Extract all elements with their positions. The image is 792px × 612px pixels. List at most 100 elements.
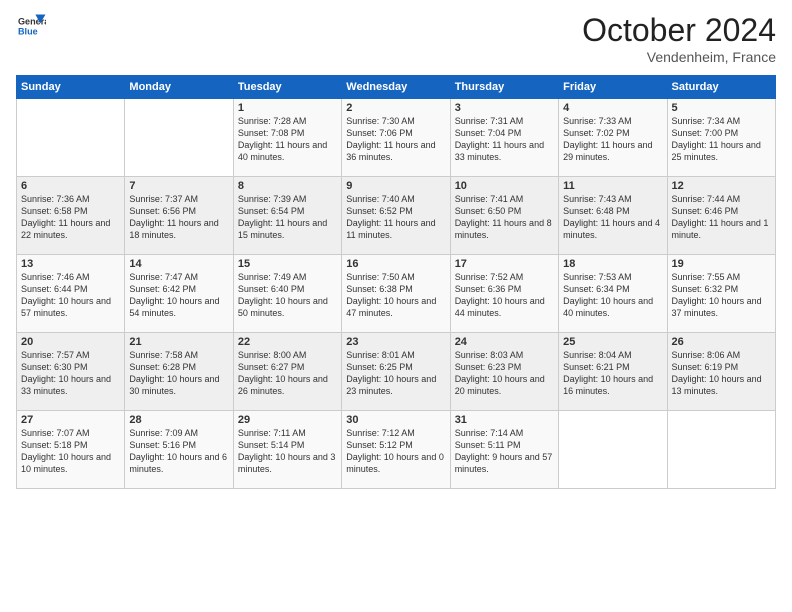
day-info: Sunrise: 7:31 AM Sunset: 7:04 PM Dayligh… (455, 115, 554, 164)
sunset-text: Sunset: 6:58 PM (21, 206, 88, 216)
day-info: Sunrise: 8:04 AM Sunset: 6:21 PM Dayligh… (563, 349, 662, 398)
calendar-cell: 5 Sunrise: 7:34 AM Sunset: 7:00 PM Dayli… (667, 99, 775, 177)
sunset-text: Sunset: 6:50 PM (455, 206, 522, 216)
sunrise-text: Sunrise: 7:28 AM (238, 116, 307, 126)
sunset-text: Sunset: 6:38 PM (346, 284, 413, 294)
daylight-text: Daylight: 11 hours and 18 minutes. (129, 218, 218, 240)
calendar-cell: 11 Sunrise: 7:43 AM Sunset: 6:48 PM Dayl… (559, 177, 667, 255)
daylight-text: Daylight: 10 hours and 20 minutes. (455, 374, 545, 396)
calendar-cell: 21 Sunrise: 7:58 AM Sunset: 6:28 PM Dayl… (125, 333, 233, 411)
sunset-text: Sunset: 6:34 PM (563, 284, 630, 294)
calendar-cell (559, 411, 667, 489)
calendar-table: SundayMondayTuesdayWednesdayThursdayFrid… (16, 75, 776, 489)
title-block: October 2024 Vendenheim, France (582, 12, 776, 65)
day-number: 9 (346, 180, 445, 192)
sunrise-text: Sunrise: 7:57 AM (21, 350, 90, 360)
day-number: 29 (238, 414, 337, 426)
daylight-text: Daylight: 10 hours and 44 minutes. (455, 296, 545, 318)
calendar-cell: 1 Sunrise: 7:28 AM Sunset: 7:08 PM Dayli… (233, 99, 341, 177)
daylight-text: Daylight: 11 hours and 22 minutes. (21, 218, 110, 240)
day-info: Sunrise: 8:01 AM Sunset: 6:25 PM Dayligh… (346, 349, 445, 398)
day-number: 6 (21, 180, 120, 192)
sunrise-text: Sunrise: 7:53 AM (563, 272, 632, 282)
day-number: 1 (238, 102, 337, 114)
sunrise-text: Sunrise: 7:37 AM (129, 194, 198, 204)
sunrise-text: Sunrise: 7:14 AM (455, 428, 524, 438)
day-number: 17 (455, 258, 554, 270)
daylight-text: Daylight: 10 hours and 10 minutes. (21, 452, 111, 474)
daylight-text: Daylight: 11 hours and 33 minutes. (455, 140, 544, 162)
daylight-text: Daylight: 10 hours and 3 minutes. (238, 452, 336, 474)
calendar-cell: 7 Sunrise: 7:37 AM Sunset: 6:56 PM Dayli… (125, 177, 233, 255)
daylight-text: Daylight: 10 hours and 37 minutes. (672, 296, 762, 318)
day-info: Sunrise: 8:06 AM Sunset: 6:19 PM Dayligh… (672, 349, 771, 398)
sunrise-text: Sunrise: 8:00 AM (238, 350, 307, 360)
day-number: 25 (563, 336, 662, 348)
calendar-cell: 22 Sunrise: 8:00 AM Sunset: 6:27 PM Dayl… (233, 333, 341, 411)
calendar-cell: 18 Sunrise: 7:53 AM Sunset: 6:34 PM Dayl… (559, 255, 667, 333)
sunset-text: Sunset: 5:11 PM (455, 440, 521, 450)
sunrise-text: Sunrise: 7:11 AM (238, 428, 306, 438)
day-number: 19 (672, 258, 771, 270)
day-info: Sunrise: 7:57 AM Sunset: 6:30 PM Dayligh… (21, 349, 120, 398)
daylight-text: Daylight: 10 hours and 40 minutes. (563, 296, 653, 318)
day-info: Sunrise: 7:47 AM Sunset: 6:42 PM Dayligh… (129, 271, 228, 320)
sunset-text: Sunset: 7:00 PM (672, 128, 739, 138)
daylight-text: Daylight: 11 hours and 15 minutes. (238, 218, 327, 240)
sunset-text: Sunset: 6:48 PM (563, 206, 630, 216)
calendar-cell (17, 99, 125, 177)
daylight-text: Daylight: 10 hours and 30 minutes. (129, 374, 219, 396)
calendar-cell: 23 Sunrise: 8:01 AM Sunset: 6:25 PM Dayl… (342, 333, 450, 411)
sunrise-text: Sunrise: 7:58 AM (129, 350, 198, 360)
day-info: Sunrise: 7:50 AM Sunset: 6:38 PM Dayligh… (346, 271, 445, 320)
week-row-1: 1 Sunrise: 7:28 AM Sunset: 7:08 PM Dayli… (17, 99, 776, 177)
day-header-tuesday: Tuesday (233, 76, 341, 99)
calendar-cell: 14 Sunrise: 7:47 AM Sunset: 6:42 PM Dayl… (125, 255, 233, 333)
day-info: Sunrise: 8:03 AM Sunset: 6:23 PM Dayligh… (455, 349, 554, 398)
day-info: Sunrise: 7:36 AM Sunset: 6:58 PM Dayligh… (21, 193, 120, 242)
sunrise-text: Sunrise: 8:04 AM (563, 350, 632, 360)
sunrise-text: Sunrise: 7:47 AM (129, 272, 198, 282)
day-header-friday: Friday (559, 76, 667, 99)
sunrise-text: Sunrise: 7:50 AM (346, 272, 415, 282)
day-number: 18 (563, 258, 662, 270)
day-number: 4 (563, 102, 662, 114)
calendar-cell: 20 Sunrise: 7:57 AM Sunset: 6:30 PM Dayl… (17, 333, 125, 411)
sunrise-text: Sunrise: 7:36 AM (21, 194, 90, 204)
day-number: 15 (238, 258, 337, 270)
day-info: Sunrise: 7:46 AM Sunset: 6:44 PM Dayligh… (21, 271, 120, 320)
sunrise-text: Sunrise: 7:09 AM (129, 428, 198, 438)
sunset-text: Sunset: 6:25 PM (346, 362, 413, 372)
day-info: Sunrise: 7:11 AM Sunset: 5:14 PM Dayligh… (238, 427, 337, 476)
calendar-cell: 13 Sunrise: 7:46 AM Sunset: 6:44 PM Dayl… (17, 255, 125, 333)
day-number: 3 (455, 102, 554, 114)
sunrise-text: Sunrise: 7:39 AM (238, 194, 307, 204)
location: Vendenheim, France (582, 49, 776, 65)
day-info: Sunrise: 7:28 AM Sunset: 7:08 PM Dayligh… (238, 115, 337, 164)
calendar-cell: 17 Sunrise: 7:52 AM Sunset: 6:36 PM Dayl… (450, 255, 558, 333)
calendar-cell: 12 Sunrise: 7:44 AM Sunset: 6:46 PM Dayl… (667, 177, 775, 255)
sunset-text: Sunset: 6:44 PM (21, 284, 88, 294)
sunset-text: Sunset: 6:36 PM (455, 284, 522, 294)
logo-icon: General Blue (18, 12, 46, 40)
sunrise-text: Sunrise: 7:30 AM (346, 116, 415, 126)
day-info: Sunrise: 7:53 AM Sunset: 6:34 PM Dayligh… (563, 271, 662, 320)
day-number: 24 (455, 336, 554, 348)
calendar-cell: 26 Sunrise: 8:06 AM Sunset: 6:19 PM Dayl… (667, 333, 775, 411)
day-number: 10 (455, 180, 554, 192)
sunset-text: Sunset: 6:40 PM (238, 284, 305, 294)
calendar-cell: 30 Sunrise: 7:12 AM Sunset: 5:12 PM Dayl… (342, 411, 450, 489)
sunset-text: Sunset: 6:52 PM (346, 206, 413, 216)
sunrise-text: Sunrise: 7:33 AM (563, 116, 632, 126)
day-number: 28 (129, 414, 228, 426)
day-info: Sunrise: 7:58 AM Sunset: 6:28 PM Dayligh… (129, 349, 228, 398)
day-info: Sunrise: 7:12 AM Sunset: 5:12 PM Dayligh… (346, 427, 445, 476)
day-info: Sunrise: 7:40 AM Sunset: 6:52 PM Dayligh… (346, 193, 445, 242)
day-info: Sunrise: 7:09 AM Sunset: 5:16 PM Dayligh… (129, 427, 228, 476)
sunset-text: Sunset: 5:16 PM (129, 440, 196, 450)
header-row: SundayMondayTuesdayWednesdayThursdayFrid… (17, 76, 776, 99)
sunset-text: Sunset: 6:27 PM (238, 362, 305, 372)
daylight-text: Daylight: 10 hours and 33 minutes. (21, 374, 111, 396)
sunset-text: Sunset: 6:21 PM (563, 362, 630, 372)
daylight-text: Daylight: 11 hours and 40 minutes. (238, 140, 327, 162)
